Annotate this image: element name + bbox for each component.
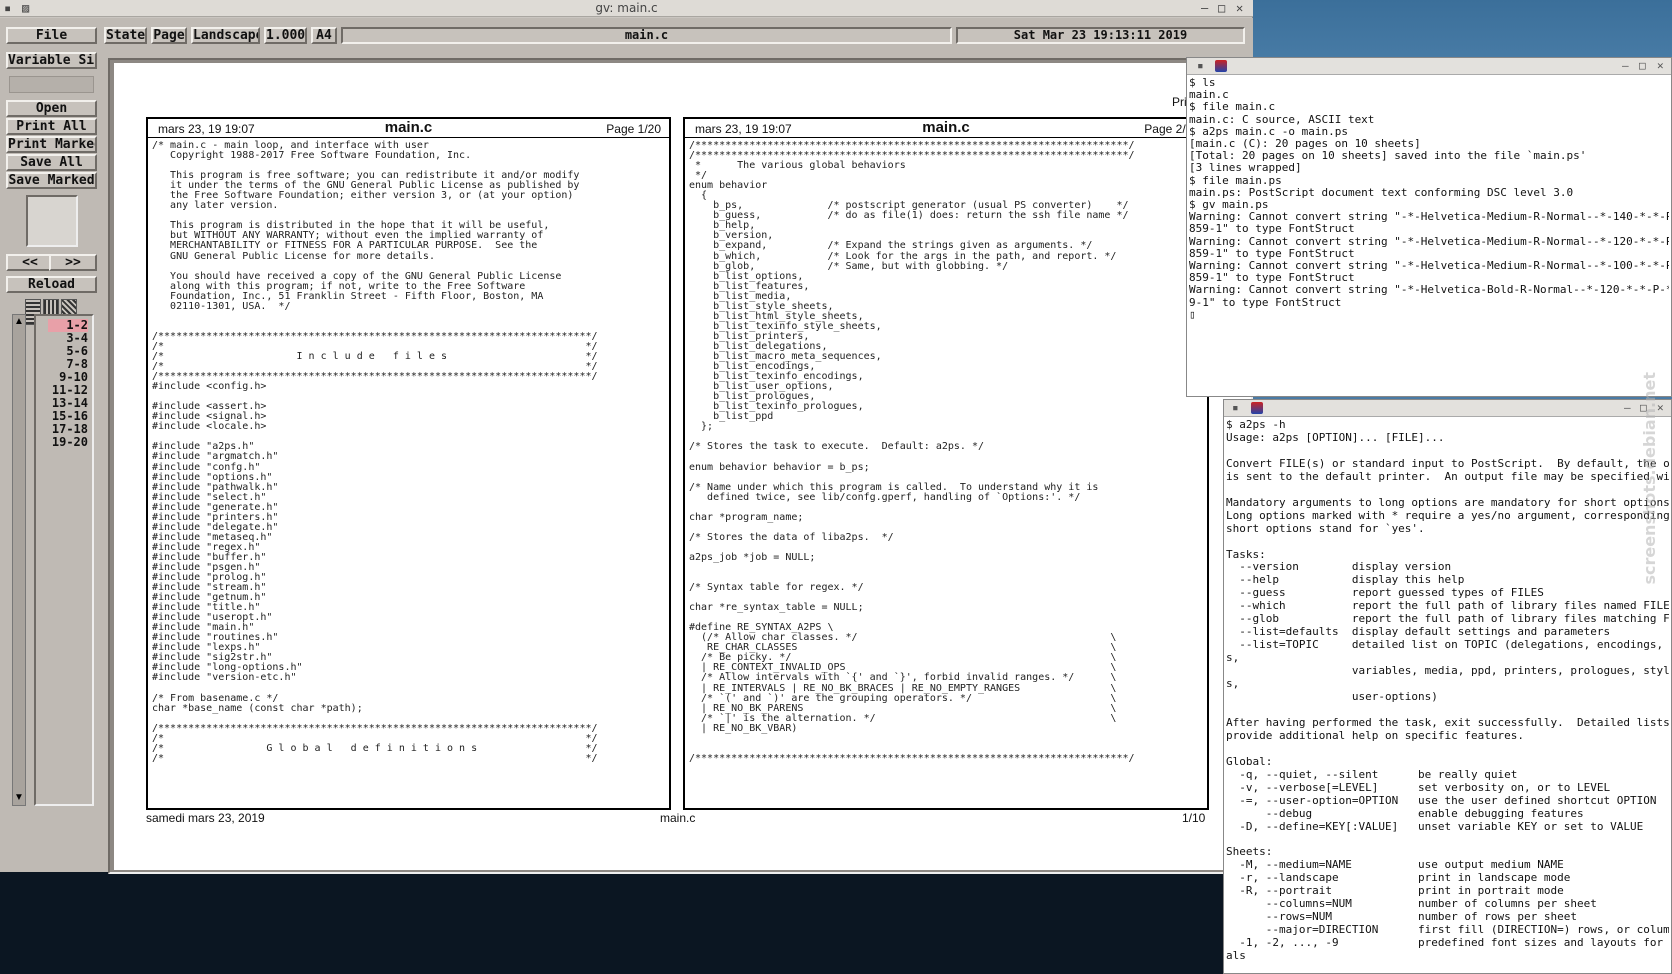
page-list-item[interactable]: 19-20 xyxy=(48,436,88,449)
scroll-area[interactable] xyxy=(9,76,94,93)
page-title: main.c xyxy=(384,119,433,136)
terminal-window-1: ▪ – □ ✕ $ ls main.c $ file main.c main.c… xyxy=(1186,57,1672,397)
orientation-button[interactable]: Landscape xyxy=(191,27,260,44)
terminal-output[interactable]: $ a2ps -h Usage: a2ps [OPTION]... [FILE]… xyxy=(1226,419,1669,963)
window-menu-icon[interactable]: ▪ xyxy=(4,1,11,16)
postscript-sheet: Printed by mars 23, 19 19:07 main.c Page… xyxy=(114,63,1251,870)
print-all-button[interactable]: Print All xyxy=(6,118,97,135)
close-icon[interactable]: ✕ xyxy=(1236,1,1243,16)
scroll-up-icon[interactable]: ▲ xyxy=(14,316,24,328)
terminal-icon xyxy=(1251,402,1263,414)
wallpaper-ground xyxy=(0,870,1230,974)
window-menu-icon[interactable]: ▪ xyxy=(1197,59,1204,72)
minimize-icon[interactable]: – xyxy=(1201,1,1208,16)
maximize-icon[interactable]: □ xyxy=(1218,1,1225,16)
terminal-icon xyxy=(1215,60,1227,72)
window-title: gv: main.c xyxy=(595,1,658,15)
window-stick-icon[interactable]: ▨ xyxy=(22,1,29,16)
reload-button[interactable]: Reload xyxy=(6,276,97,293)
page-right: mars 23, 19 19:07 main.c Page 2/20 /****… xyxy=(683,117,1209,810)
scroll-down-icon[interactable]: ▼ xyxy=(14,792,24,804)
footer-date: samedi mars 23, 2019 xyxy=(146,811,265,825)
print-marked-button[interactable]: Print Marked xyxy=(6,136,97,153)
terminal-window-2: ▪ – □ ✕ $ a2ps -h Usage: a2ps [OPTION]..… xyxy=(1223,399,1672,974)
window-titlebar[interactable]: ▪ ▨ gv: main.c – □ ✕ xyxy=(0,0,1253,17)
source-code: /***************************************… xyxy=(689,140,1135,764)
size-button[interactable]: Variable Size xyxy=(6,52,97,69)
file-menu-button[interactable]: File xyxy=(6,27,97,44)
terminal-output[interactable]: $ ls main.c $ file main.c main.c: C sour… xyxy=(1189,77,1669,321)
page-header: mars 23, 19 19:07 main.c Page 1/20 xyxy=(148,119,669,138)
footer-filename: main.c xyxy=(660,811,696,825)
next-page-button[interactable]: >> xyxy=(49,254,97,271)
window-titlebar[interactable]: ▪ – □ ✕ xyxy=(1224,400,1671,417)
prev-page-button[interactable]: << xyxy=(6,254,54,271)
minimize-icon[interactable]: – xyxy=(1624,401,1631,414)
gv-window: ▪ ▨ gv: main.c – □ ✕ File State Page Lan… xyxy=(0,0,1253,874)
media-button[interactable]: A4 xyxy=(311,27,337,44)
panner[interactable] xyxy=(26,195,78,247)
document-viewport[interactable]: Printed by mars 23, 19 19:07 main.c Page… xyxy=(108,58,1253,874)
pagelist-scrollbar[interactable]: ▲ ▼ xyxy=(12,314,26,806)
filename-display: main.c xyxy=(341,27,952,44)
window-titlebar[interactable]: ▪ – □ ✕ xyxy=(1187,58,1671,75)
watermark: screenshots.debian.net xyxy=(1640,372,1659,585)
save-all-button[interactable]: Save All xyxy=(6,154,97,171)
page-header: mars 23, 19 19:07 main.c Page 2/20 xyxy=(685,119,1207,138)
page-number: Page 1/20 xyxy=(606,122,661,136)
page-list[interactable]: 1-2 3-4 5-6 7-8 9-10 11-12 13-14 15-16 17-18 19-2… xyxy=(34,314,94,806)
date-display: Sat Mar 23 19:13:11 2019 xyxy=(956,27,1245,44)
scale-button[interactable]: 1.000 xyxy=(264,27,307,44)
window-menu-icon[interactable]: ▪ xyxy=(1232,401,1239,414)
gv-body: File State Page Landscape 1.000 A4 main.… xyxy=(0,18,1253,874)
minimize-icon[interactable]: – xyxy=(1622,59,1629,72)
page-menu-button[interactable]: Page xyxy=(151,27,187,44)
page-left: mars 23, 19 19:07 main.c Page 1/20 /* ma… xyxy=(146,117,671,810)
state-menu-button[interactable]: State xyxy=(104,27,147,44)
save-marked-button[interactable]: Save Marked xyxy=(6,172,97,189)
maximize-icon[interactable]: □ xyxy=(1639,59,1646,72)
close-icon[interactable]: ✕ xyxy=(1657,59,1664,72)
desktop-background: ▪ ▨ gv: main.c – □ ✕ File State Page Lan… xyxy=(0,0,1672,974)
footer-sheet-number: 1/10 xyxy=(1182,811,1206,825)
source-code: /* main.c - main loop, and interface wit… xyxy=(152,140,598,764)
open-button[interactable]: Open xyxy=(6,100,97,117)
page-title: main.c xyxy=(922,119,970,136)
